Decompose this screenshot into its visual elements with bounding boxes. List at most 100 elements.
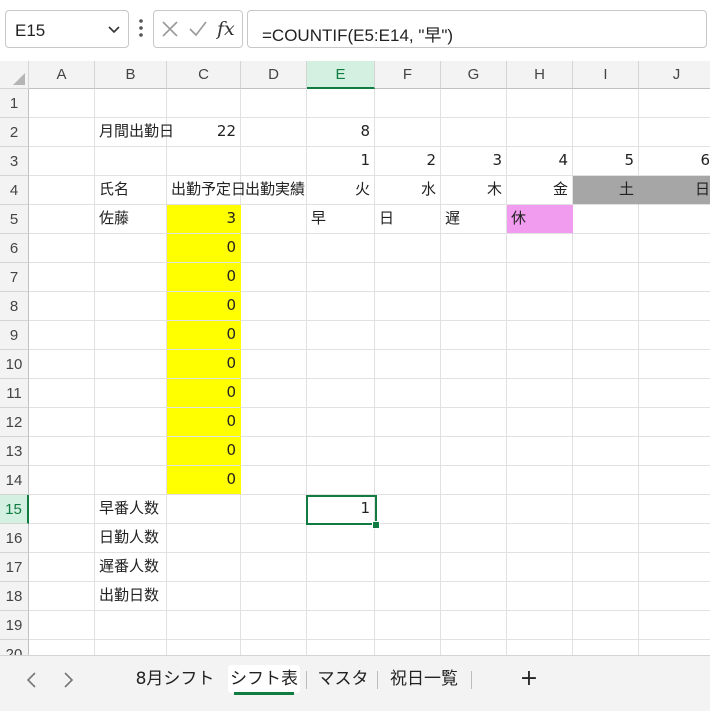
cell-h17[interactable] — [507, 553, 573, 582]
cell-j1[interactable] — [639, 89, 710, 118]
cell-f1[interactable] — [375, 89, 441, 118]
column-header-c[interactable]: C — [167, 61, 241, 89]
cell-b5[interactable]: 佐藤 — [95, 205, 167, 234]
cell-a7[interactable] — [29, 263, 95, 292]
cell-g9[interactable] — [441, 321, 507, 350]
cell-a16[interactable] — [29, 524, 95, 553]
cell-j18[interactable] — [639, 582, 710, 611]
formula-input[interactable]: =COUNTIF(E5:E14, "早") — [247, 10, 707, 48]
cell-a18[interactable] — [29, 582, 95, 611]
cell-g20[interactable] — [441, 640, 507, 655]
cell-j11[interactable] — [639, 379, 710, 408]
cell-h15[interactable] — [507, 495, 573, 524]
cell-h6[interactable] — [507, 234, 573, 263]
cell-f2[interactable] — [375, 118, 441, 147]
cell-j7[interactable] — [639, 263, 710, 292]
cell-f19[interactable] — [375, 611, 441, 640]
cell-g8[interactable] — [441, 292, 507, 321]
column-header-h[interactable]: H — [507, 61, 573, 89]
cell-g19[interactable] — [441, 611, 507, 640]
cell-h20[interactable] — [507, 640, 573, 655]
cell-b9[interactable] — [95, 321, 167, 350]
cell-j6[interactable] — [639, 234, 710, 263]
cell-c17[interactable] — [167, 553, 241, 582]
cell-c9[interactable]: 0 — [167, 321, 241, 350]
cell-a15[interactable] — [29, 495, 95, 524]
cell-b16[interactable]: 日勤人数 — [95, 524, 167, 553]
cell-h7[interactable] — [507, 263, 573, 292]
cell-c3[interactable] — [167, 147, 241, 176]
cell-f7[interactable] — [375, 263, 441, 292]
cell-e1[interactable] — [307, 89, 375, 118]
cell-g5[interactable]: 遅 — [441, 205, 507, 234]
cell-b17[interactable]: 遅番人数 — [95, 553, 167, 582]
cell-g10[interactable] — [441, 350, 507, 379]
cell-d10[interactable] — [241, 350, 307, 379]
cell-c7[interactable]: 0 — [167, 263, 241, 292]
cell-d19[interactable] — [241, 611, 307, 640]
cell-e10[interactable] — [307, 350, 375, 379]
cell-i7[interactable] — [573, 263, 639, 292]
cell-h13[interactable] — [507, 437, 573, 466]
cell-g11[interactable] — [441, 379, 507, 408]
cell-a14[interactable] — [29, 466, 95, 495]
cell-i11[interactable] — [573, 379, 639, 408]
cell-h1[interactable] — [507, 89, 573, 118]
cell-d18[interactable] — [241, 582, 307, 611]
cell-d13[interactable] — [241, 437, 307, 466]
cell-e20[interactable] — [307, 640, 375, 655]
cell-e11[interactable] — [307, 379, 375, 408]
cell-d3[interactable] — [241, 147, 307, 176]
cell-g17[interactable] — [441, 553, 507, 582]
cell-f4[interactable]: 水 — [375, 176, 441, 205]
cell-i15[interactable] — [573, 495, 639, 524]
cell-b6[interactable] — [95, 234, 167, 263]
cell-e4[interactable]: 火 — [307, 176, 375, 205]
row-header-16[interactable]: 16 — [0, 524, 29, 553]
fx-icon[interactable]: fx — [215, 17, 238, 45]
cell-f10[interactable] — [375, 350, 441, 379]
cell-e18[interactable] — [307, 582, 375, 611]
cell-f12[interactable] — [375, 408, 441, 437]
cell-f8[interactable] — [375, 292, 441, 321]
row-header-17[interactable]: 17 — [0, 553, 29, 582]
cell-g16[interactable] — [441, 524, 507, 553]
cell-d6[interactable] — [241, 234, 307, 263]
cell-b11[interactable] — [95, 379, 167, 408]
cell-a8[interactable] — [29, 292, 95, 321]
cell-i13[interactable] — [573, 437, 639, 466]
cell-h12[interactable] — [507, 408, 573, 437]
cell-i5[interactable] — [573, 205, 639, 234]
cell-j17[interactable] — [639, 553, 710, 582]
cell-c18[interactable] — [167, 582, 241, 611]
cell-a6[interactable] — [29, 234, 95, 263]
fill-handle[interactable] — [372, 521, 380, 529]
cell-i10[interactable] — [573, 350, 639, 379]
cell-f13[interactable] — [375, 437, 441, 466]
cell-a17[interactable] — [29, 553, 95, 582]
column-header-b[interactable]: B — [95, 61, 167, 89]
cell-a12[interactable] — [29, 408, 95, 437]
cell-d20[interactable] — [241, 640, 307, 655]
name-box[interactable]: E15 — [5, 10, 129, 48]
worksheet-grid[interactable]: ABCDEFGHIJ 1 2 3 4 5 6 7 8 9 10 11 12 13 14 15 16 17 18 19… — [0, 61, 710, 655]
cell-b8[interactable] — [95, 292, 167, 321]
row-header-4[interactable]: 4 — [0, 176, 29, 205]
cell-h2[interactable] — [507, 118, 573, 147]
cell-g13[interactable] — [441, 437, 507, 466]
cell-b2[interactable]: 月間出勤日 — [95, 118, 174, 147]
cell-h8[interactable] — [507, 292, 573, 321]
cell-e13[interactable] — [307, 437, 375, 466]
cell-b14[interactable] — [95, 466, 167, 495]
cell-i16[interactable] — [573, 524, 639, 553]
cell-e2[interactable]: 8 — [307, 118, 375, 147]
chevron-right-icon[interactable] — [58, 668, 78, 692]
cell-g1[interactable] — [441, 89, 507, 118]
cell-c6[interactable]: 0 — [167, 234, 241, 263]
row-header-1[interactable]: 1 — [0, 89, 29, 118]
cell-e3[interactable]: 1 — [307, 147, 375, 176]
cell-d9[interactable] — [241, 321, 307, 350]
cell-b3[interactable] — [95, 147, 167, 176]
tab-holiday-list[interactable]: 祝日一覧 — [382, 665, 466, 693]
cell-f15[interactable] — [375, 495, 441, 524]
